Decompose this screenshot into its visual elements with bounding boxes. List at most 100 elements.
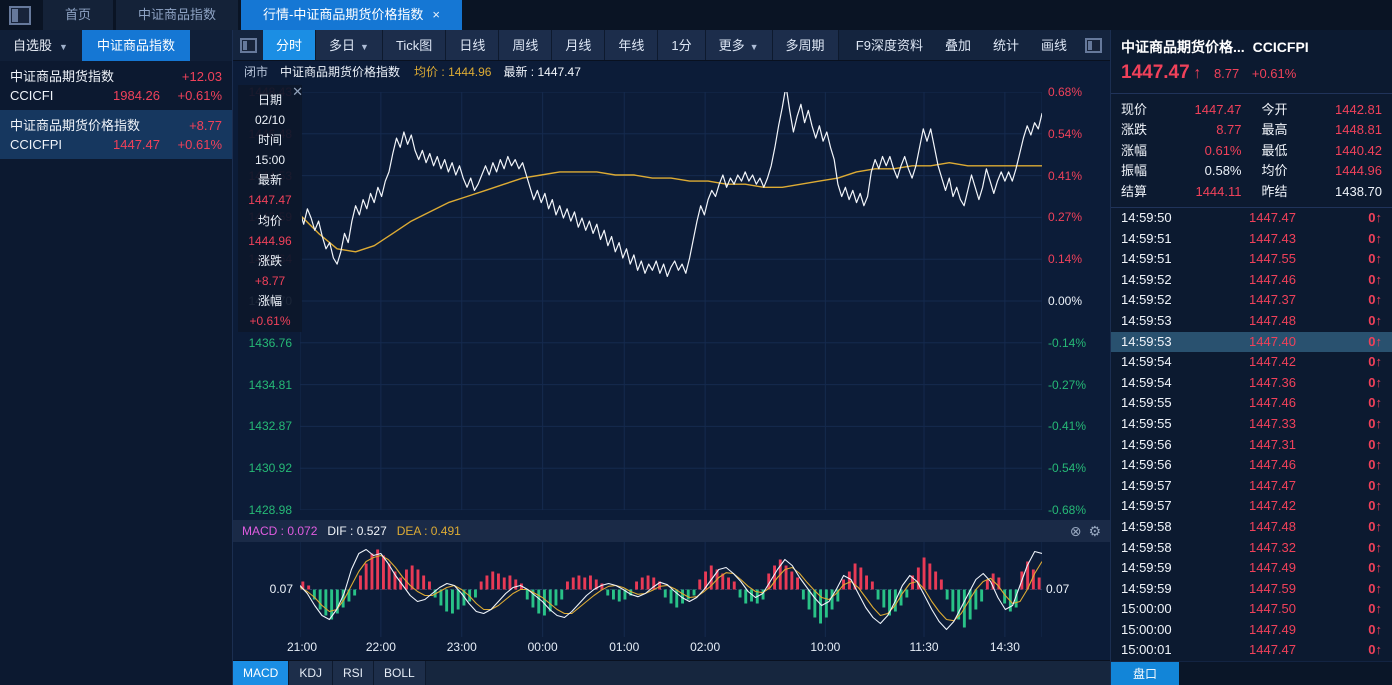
close-indicator-icon[interactable]: ⊗	[1070, 523, 1082, 539]
trading-app-window: 首页中证商品指数行情-中证商品期货价格指数× 自选股▼ 中证商品指数 中证商品期…	[0, 0, 1392, 685]
tick-row[interactable]: 14:59:541447.420↑	[1111, 352, 1392, 373]
period-button[interactable]: 1分	[658, 30, 705, 60]
tick-row[interactable]: 14:59:581447.480↑	[1111, 517, 1392, 538]
quote-stat-row: 现价1447.47今开1442.81	[1121, 100, 1382, 120]
price-plot[interactable]	[300, 92, 1042, 510]
close-tab-icon[interactable]: ×	[432, 7, 440, 22]
tick-volume: 0↑	[1348, 249, 1382, 270]
tooltip-row: 涨幅	[238, 291, 302, 311]
percent-axis: 0.68%0.54%0.41%0.27%0.14%0.00%-0.14%-0.2…	[1046, 92, 1108, 510]
crosshair-tooltip: ✕ 日期02/10时间15:00最新1447.47均价1444.96涨跌+8.7…	[238, 85, 302, 332]
tick-row[interactable]: 15:00:001447.500↑	[1111, 599, 1392, 620]
stock-code: CCICFPI	[10, 135, 86, 154]
tick-time: 14:59:58	[1121, 538, 1197, 559]
tick-time: 14:59:58	[1121, 517, 1197, 538]
time-axis-label: 14:30	[983, 640, 1027, 654]
intraday-chart[interactable]: 1448.431446.481444.531442.591440.641438.…	[233, 84, 1110, 520]
indicator-tab-rsi[interactable]: RSI	[333, 661, 374, 685]
watchlist-group-dropdown[interactable]: 自选股▼	[0, 30, 68, 61]
time-axis-label: 11:30	[902, 640, 946, 654]
macd-header-value: DEA : 0.491	[397, 524, 461, 538]
tick-volume: 0↑	[1348, 538, 1382, 559]
period-button[interactable]: 多日▼	[316, 30, 383, 60]
tick-row[interactable]: 14:59:531447.480↑	[1111, 311, 1392, 332]
tick-row[interactable]: 14:59:591447.490↑	[1111, 558, 1392, 579]
order-book-button[interactable]: 盘口	[1111, 662, 1179, 685]
time-axis-label: 22:00	[359, 640, 403, 654]
tick-price: 1447.40	[1197, 332, 1348, 353]
tick-row[interactable]: 14:59:561447.310↑	[1111, 435, 1392, 456]
period-button[interactable]: 多周期	[773, 30, 839, 60]
period-button-label: 日线	[459, 38, 485, 53]
tick-row[interactable]: 15:00:011447.470↑	[1111, 640, 1392, 661]
tick-list[interactable]: 14:59:501447.470↑14:59:511447.430↑14:59:…	[1111, 208, 1392, 661]
tick-time: 14:59:57	[1121, 476, 1197, 497]
period-button-label: 多日	[329, 38, 355, 53]
top-tab[interactable]: 首页	[43, 0, 113, 30]
tick-row[interactable]: 14:59:591447.590↑	[1111, 579, 1392, 600]
toolbar-link[interactable]: 统计	[982, 30, 1030, 60]
price-axis-label: 1428.98	[249, 503, 292, 517]
stat-label: 均价	[1262, 161, 1302, 181]
period-button[interactable]: 月线	[552, 30, 605, 60]
tick-row[interactable]: 15:00:001447.490↑	[1111, 620, 1392, 641]
tooltip-row: 最新	[238, 170, 302, 190]
tick-volume: 0↑	[1348, 517, 1382, 538]
tooltip-row: 02/10	[238, 110, 302, 130]
stock-list-item[interactable]: 中证商品期货指数+12.03CCICFI1984.26+0.61%	[0, 61, 232, 110]
quote-stat-row: 结算1444.11昨结1438.70	[1121, 182, 1382, 202]
top-tab[interactable]: 中证商品指数	[116, 0, 238, 30]
tick-row[interactable]: 14:59:551447.460↑	[1111, 393, 1392, 414]
tick-row[interactable]: 14:59:511447.430↑	[1111, 229, 1392, 250]
watchlist-group-button[interactable]: 中证商品指数	[82, 30, 190, 61]
tick-row[interactable]: 14:59:521447.370↑	[1111, 290, 1392, 311]
macd-pane[interactable]: 0.07 0.07	[233, 542, 1110, 637]
up-arrow-icon: ↑	[1193, 65, 1201, 82]
period-button[interactable]: 分时	[263, 30, 316, 60]
top-tab[interactable]: 行情-中证商品期货价格指数×	[241, 0, 462, 30]
toolbar-link[interactable]: F9深度资料	[845, 30, 934, 60]
tick-volume: 0↑	[1348, 599, 1382, 620]
tick-row[interactable]: 14:59:581447.320↑	[1111, 538, 1392, 559]
tick-row[interactable]: 14:59:571447.420↑	[1111, 496, 1392, 517]
macd-plot[interactable]	[300, 542, 1042, 637]
tick-row[interactable]: 14:59:551447.330↑	[1111, 414, 1392, 435]
sidebar-toggle-icon[interactable]	[9, 6, 31, 25]
tick-row[interactable]: 14:59:561447.460↑	[1111, 455, 1392, 476]
tick-row[interactable]: 14:59:511447.550↑	[1111, 249, 1392, 270]
tick-row[interactable]: 14:59:531447.400↑	[1111, 332, 1392, 353]
panel-toggle-right-icon[interactable]	[1085, 38, 1102, 53]
toolbar-link[interactable]: 画线	[1030, 30, 1078, 60]
stat-value: 0.58%	[1161, 161, 1242, 181]
panel-toggle-icon[interactable]	[240, 38, 257, 53]
tick-row[interactable]: 14:59:571447.470↑	[1111, 476, 1392, 497]
tick-row[interactable]: 14:59:521447.460↑	[1111, 270, 1392, 291]
quote-panel: 中证商品期货价格...CCICFPI 1447.47 ↑ 8.77 +0.61%…	[1110, 30, 1392, 685]
tick-volume: 0↑	[1348, 558, 1382, 579]
period-button[interactable]: Tick图	[383, 30, 446, 60]
period-button[interactable]: 周线	[499, 30, 552, 60]
tick-price: 1447.46	[1197, 393, 1348, 414]
macd-axis-label-right: 0.07	[1046, 582, 1069, 596]
period-button[interactable]: 更多▼	[706, 30, 773, 60]
close-icon[interactable]: ✕	[292, 85, 303, 98]
period-button[interactable]: 年线	[605, 30, 658, 60]
tick-time: 15:00:01	[1121, 640, 1197, 661]
tick-row[interactable]: 14:59:501447.470↑	[1111, 208, 1392, 229]
period-button[interactable]: 日线	[446, 30, 499, 60]
indicator-tab-macd[interactable]: MACD	[233, 661, 289, 685]
gear-icon[interactable]: ⚙	[1088, 523, 1101, 539]
macd-header-value: MACD : 0.072	[242, 524, 317, 538]
tick-time: 14:59:56	[1121, 435, 1197, 456]
stock-list-item[interactable]: 中证商品期货价格指数+8.77CCICFPI1447.47+0.61%	[0, 110, 232, 159]
indicator-tab-boll[interactable]: BOLL	[374, 661, 426, 685]
instrument-code: CCICFPI	[1253, 39, 1309, 55]
tick-volume: 0↑	[1348, 620, 1382, 641]
time-axis-label: 10:00	[803, 640, 847, 654]
indicator-tab-kdj[interactable]: KDJ	[289, 661, 333, 685]
price-axis-label: 1432.87	[249, 419, 292, 433]
toolbar-link[interactable]: 叠加	[934, 30, 982, 60]
tooltip-row: 均价	[238, 211, 302, 231]
tick-volume: 0↑	[1348, 373, 1382, 394]
tick-row[interactable]: 14:59:541447.360↑	[1111, 373, 1392, 394]
